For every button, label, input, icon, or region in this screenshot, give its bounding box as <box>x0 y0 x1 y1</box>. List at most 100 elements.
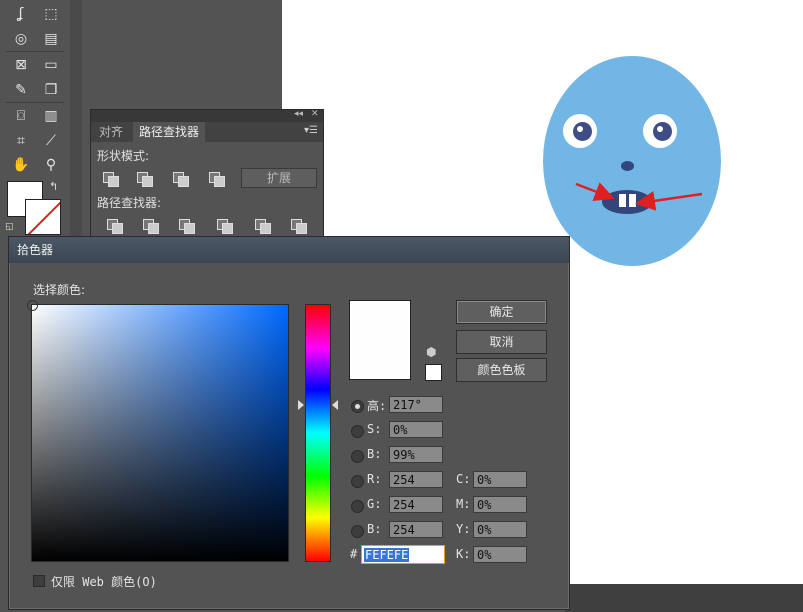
shape-b-icon <box>184 223 195 234</box>
zoom-tool-icon[interactable]: ⚲ <box>38 154 64 176</box>
red-field[interactable]: 254 <box>389 471 443 488</box>
unite-button[interactable] <box>101 170 119 187</box>
shape-b-icon <box>112 223 123 234</box>
brightness-field[interactable]: 99% <box>389 446 443 463</box>
trim-button[interactable] <box>141 217 159 234</box>
blue-field[interactable]: 254 <box>389 521 443 538</box>
panel-topbar[interactable]: ◂◂ ✕ <box>91 109 323 122</box>
collapse-panel-icon[interactable]: ◂◂ <box>294 109 303 119</box>
green-radio[interactable] <box>351 500 364 513</box>
tab-pathfinder[interactable]: 路径查找器 <box>133 122 206 142</box>
red-label: R: <box>367 472 382 486</box>
exclude-button[interactable] <box>207 170 225 187</box>
hex-field[interactable]: FEFEFE <box>361 545 445 564</box>
close-panel-icon[interactable]: ✕ <box>311 109 319 119</box>
hex-value-selected: FEFEFE <box>364 548 410 562</box>
left-eye-glint <box>577 126 583 132</box>
red-radio[interactable] <box>351 475 364 488</box>
dialog-titlebar[interactable]: 拾色器 <box>9 237 569 263</box>
shape-b-icon <box>108 176 119 187</box>
shape-builder-tool-icon[interactable]: ◎ <box>8 28 34 50</box>
ok-button[interactable]: 确定 <box>456 300 547 324</box>
face-illustration[interactable] <box>543 56 721 266</box>
select-color-label: 选择颜色: <box>33 283 86 297</box>
magenta-field[interactable]: 0% <box>473 496 527 513</box>
warp-tool-icon[interactable]: ʆ <box>8 3 34 25</box>
shape-b-icon <box>214 176 225 187</box>
blue-label: B: <box>367 522 382 536</box>
web-safe-color-swatch[interactable] <box>425 364 442 381</box>
left-arrow <box>575 182 615 201</box>
green-label: G: <box>367 497 382 511</box>
panel-menu-icon[interactable]: ▾☰ <box>304 125 318 136</box>
mesh-tool-icon[interactable]: ⊠ <box>8 54 34 76</box>
symbol-sprayer-tool-icon[interactable]: ⌼ <box>8 105 34 127</box>
stroke-color-swatch[interactable] <box>25 199 61 235</box>
shape-b-icon <box>296 223 307 234</box>
cancel-button[interactable]: 取消 <box>456 330 547 354</box>
right-eye <box>643 114 677 148</box>
divide-button[interactable] <box>105 217 123 234</box>
panel-tabs: 对齐 路径查找器 <box>91 122 323 142</box>
hue-label: 高: <box>367 399 387 413</box>
merge-button[interactable] <box>177 217 195 234</box>
expand-button[interactable]: 扩展 <box>241 168 317 188</box>
brightness-label: B: <box>367 447 382 461</box>
default-fill-stroke-icon[interactable]: ◱ <box>5 222 14 232</box>
left-eye <box>563 114 597 148</box>
web-safe-cube-icon[interactable]: ⬢ <box>426 345 436 359</box>
saturation-radio[interactable] <box>351 425 364 438</box>
slice-tool-icon[interactable]: ⟋ <box>38 130 64 152</box>
free-transform-tool-icon[interactable]: ⬚ <box>38 3 64 25</box>
yellow-label: Y: <box>456 522 471 536</box>
artboard-tool-icon[interactable]: ⌗ <box>8 130 34 152</box>
shape-b-icon <box>142 176 153 187</box>
shape-b-icon <box>222 223 233 234</box>
left-pupil <box>573 122 592 141</box>
hue-radio[interactable] <box>351 400 364 413</box>
hex-prefix: # <box>350 547 358 561</box>
hue-slider[interactable] <box>305 304 331 562</box>
black-field[interactable]: 0% <box>473 546 527 563</box>
tool-divider <box>6 102 64 103</box>
tab-align[interactable]: 对齐 <box>93 122 129 142</box>
blend-tool-icon[interactable]: ❐ <box>38 79 64 101</box>
black-label: K: <box>456 547 471 561</box>
hue-slider-handle-left[interactable] <box>298 400 304 410</box>
dialog-title: 拾色器 <box>17 243 54 257</box>
perspective-grid-tool-icon[interactable]: ▤ <box>38 28 64 50</box>
green-field[interactable]: 254 <box>389 496 443 513</box>
yellow-field[interactable]: 0% <box>473 521 527 538</box>
hue-slider-handle-right[interactable] <box>332 400 338 410</box>
panel-gutter <box>70 0 82 236</box>
web-only-checkbox[interactable] <box>33 575 45 587</box>
saturation-brightness-field[interactable] <box>27 300 289 562</box>
color-swatches-button[interactable]: 颜色色板 <box>456 358 547 382</box>
tool-divider <box>6 51 64 52</box>
swap-fill-stroke-icon[interactable]: ↰ <box>49 180 58 193</box>
none-slash-icon <box>26 200 60 234</box>
right-pupil <box>653 122 672 141</box>
right-eye-glint <box>657 126 663 132</box>
gradient-tool-icon[interactable]: ▭ <box>38 54 64 76</box>
minus-front-button[interactable] <box>135 170 153 187</box>
cyan-field[interactable]: 0% <box>473 471 527 488</box>
shape-b-icon <box>260 223 271 234</box>
brightness-radio[interactable] <box>351 450 364 463</box>
outline-button[interactable] <box>253 217 271 234</box>
saturation-field[interactable]: 0% <box>389 421 443 438</box>
saturation-label: S: <box>367 422 382 436</box>
minus-back-button[interactable] <box>289 217 307 234</box>
shape-b-icon <box>148 223 159 234</box>
color-picker-dialog: 拾色器 选择颜色: ⬢ 确定 取消 颜色色板 高: 217° S: 0% B: … <box>8 236 570 610</box>
crop-button[interactable] <box>215 217 233 234</box>
eyedropper-tool-icon[interactable]: ✎ <box>8 79 34 101</box>
hue-field[interactable]: 217° <box>389 396 443 413</box>
blue-radio[interactable] <box>351 525 364 538</box>
hand-tool-icon[interactable]: ✋ <box>8 154 34 176</box>
intersect-button[interactable] <box>171 170 189 187</box>
graph-tool-icon[interactable]: ▥ <box>38 105 64 127</box>
status-bar <box>565 584 803 612</box>
color-marker[interactable] <box>27 300 38 311</box>
shape-b-icon <box>178 176 189 187</box>
